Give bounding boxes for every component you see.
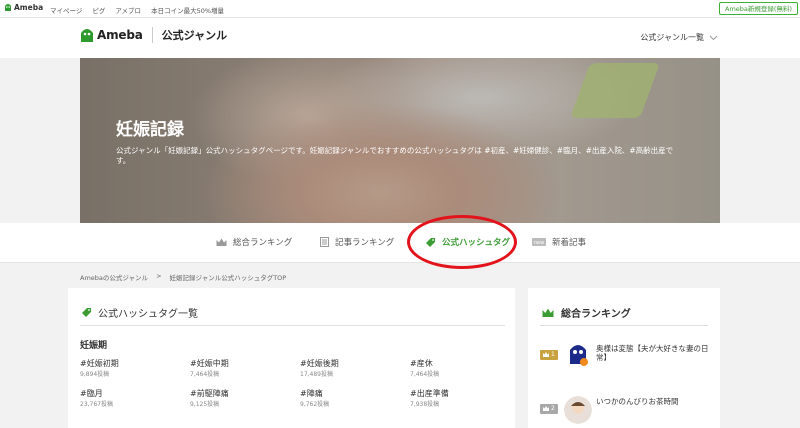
genre-title: 公式ジャンル bbox=[161, 29, 228, 42]
hashtag-list-panel: 公式ハッシュタグ一覧 妊娠期 #妊娠初期 9,894投稿 #妊娠中期 7,464… bbox=[68, 288, 515, 428]
hashtag-item[interactable]: #前駆陣痛 9,125投稿 bbox=[190, 388, 229, 408]
link-mypage[interactable]: マイページ bbox=[50, 5, 82, 15]
ranking-divider bbox=[540, 325, 708, 326]
ranking-heading: 総合ランキング bbox=[542, 305, 631, 320]
hero-description: 公式ジャンル「妊娠記録」公式ハッシュタグページです。妊娠記録ジャンルでおすすめの… bbox=[116, 146, 674, 165]
ranking-item[interactable]: 1 奥様は変態【夫が大好きな妻の日常】 bbox=[540, 338, 716, 372]
chevron-down-icon bbox=[709, 35, 718, 40]
hashtag-name: #陣痛 bbox=[300, 389, 323, 398]
brand-divider bbox=[151, 27, 153, 43]
blog-avatar bbox=[564, 340, 592, 368]
rank-badge: 1 bbox=[540, 350, 558, 360]
hashtag-name: #出産準備 bbox=[410, 389, 449, 398]
category-title: 妊娠期 bbox=[80, 341, 108, 351]
brand-name: Ameba bbox=[97, 28, 143, 42]
hashtag-count: 23,767投稿 bbox=[80, 401, 113, 408]
hashtag-count: 7,938投稿 bbox=[410, 401, 440, 408]
crown-icon bbox=[543, 406, 550, 411]
breadcrumb-separator: > bbox=[156, 272, 162, 280]
ameba-logo-text: Ameba bbox=[14, 3, 44, 12]
blog-avatar bbox=[564, 396, 592, 424]
tab-article-ranking[interactable]: 記事ランキング bbox=[320, 236, 394, 248]
hashtag-count: 17,489投稿 bbox=[300, 371, 333, 378]
hashtag-list-heading: 公式ハッシュタグ一覧 bbox=[81, 305, 198, 320]
link-ameblo[interactable]: アメブロ bbox=[115, 5, 141, 15]
signup-button[interactable]: Ameba新規登録(無料) bbox=[719, 2, 798, 15]
ameba-logo-icon bbox=[5, 4, 11, 11]
genre-nav: 総合ランキング 記事ランキング 公式ハッシュタグ new 新着記事 bbox=[0, 223, 800, 263]
new-icon: new bbox=[532, 238, 546, 246]
ranking-blog-title: いつかのんびりお茶時間 bbox=[596, 397, 679, 406]
hashtag-name: #妊娠中期 bbox=[190, 359, 229, 368]
breadcrumb-root[interactable]: Amebaの公式ジャンル bbox=[80, 272, 148, 282]
heading-divider bbox=[80, 325, 505, 326]
tag-icon bbox=[82, 308, 91, 317]
svg-text:new: new bbox=[534, 240, 544, 246]
hashtag-name: #妊娠初期 bbox=[80, 359, 119, 368]
crown-icon bbox=[216, 238, 227, 246]
ranking-sidebar: 総合ランキング 1 奥様は変態【夫が大好きな妻の日常】 2 いつかのんびりお茶時… bbox=[528, 288, 720, 428]
tab-article-ranking-label: 記事ランキング bbox=[335, 238, 395, 248]
hashtag-count: 9,762投稿 bbox=[300, 401, 330, 408]
link-pigg[interactable]: ピグ bbox=[92, 5, 105, 15]
genre-list-label: 公式ジャンル一覧 bbox=[640, 33, 704, 42]
hashtag-item[interactable]: #妊娠後期 17,489投稿 bbox=[300, 358, 339, 378]
hashtag-name: #前駆陣痛 bbox=[190, 389, 229, 398]
hashtag-item[interactable]: #妊娠初期 9,894投稿 bbox=[80, 358, 119, 378]
hero-banner: 妊娠記録 公式ジャンル「妊娠記録」公式ハッシュタグページです。妊娠記録ジャンルで… bbox=[80, 58, 720, 223]
hashtag-item[interactable]: #陣痛 9,762投稿 bbox=[300, 388, 329, 408]
top-links: マイページ ピグ アメブロ 本日コイン最大50%増量 bbox=[50, 5, 224, 15]
hero-title: 妊娠記録 bbox=[116, 120, 184, 140]
ameba-logo[interactable]: Ameba bbox=[4, 3, 43, 12]
hashtag-item[interactable]: #臨月 23,767投稿 bbox=[80, 388, 113, 408]
hashtag-count: 7,464投稿 bbox=[190, 371, 220, 378]
ranking-title: 総合ランキング bbox=[561, 309, 631, 320]
crown-icon bbox=[543, 352, 550, 357]
tab-overall-ranking-label: 総合ランキング bbox=[233, 238, 293, 248]
hashtag-count: 9,894投稿 bbox=[80, 371, 110, 378]
ranking-item[interactable]: 2 いつかのんびりお茶時間 bbox=[540, 392, 716, 426]
rank-number: 2 bbox=[551, 405, 555, 412]
brand[interactable]: Ameba 公式ジャンル bbox=[80, 27, 227, 43]
ameba-brand-icon bbox=[81, 29, 93, 42]
hashtag-item[interactable]: #出産準備 7,938投稿 bbox=[410, 388, 449, 408]
crown-icon bbox=[542, 308, 554, 317]
ranking-blog-title: 奥様は変態【夫が大好きな妻の日常】 bbox=[596, 344, 709, 362]
hashtag-name: #産休 bbox=[410, 359, 433, 368]
site-header: Ameba 公式ジャンル 公式ジャンル一覧 bbox=[0, 18, 800, 58]
hashtag-item[interactable]: #妊娠中期 7,464投稿 bbox=[190, 358, 229, 378]
hashtag-list-title: 公式ハッシュタグ一覧 bbox=[98, 309, 198, 320]
hashtag-name: #臨月 bbox=[80, 389, 103, 398]
breadcrumb-current: 妊娠記録ジャンル公式ハッシュタグTOP bbox=[169, 274, 287, 282]
rank-badge: 2 bbox=[540, 404, 558, 414]
document-icon bbox=[320, 237, 329, 247]
hashtag-item[interactable]: #産休 7,464投稿 bbox=[410, 358, 439, 378]
genre-list-dropdown[interactable]: 公式ジャンル一覧 bbox=[640, 32, 718, 43]
hero-overlay bbox=[80, 58, 720, 223]
top-bar: Ameba マイページ ピグ アメブロ 本日コイン最大50%増量 Ameba新規… bbox=[0, 0, 800, 18]
link-coin-campaign[interactable]: 本日コイン最大50%増量 bbox=[151, 5, 224, 15]
breadcrumb: Amebaの公式ジャンル > 妊娠記録ジャンル公式ハッシュタグTOP bbox=[80, 272, 286, 282]
hashtag-name: #妊娠後期 bbox=[300, 359, 339, 368]
highlight-circle bbox=[407, 215, 517, 269]
hashtag-count: 7,464投稿 bbox=[410, 371, 440, 378]
rank-number: 1 bbox=[551, 351, 555, 358]
tab-overall-ranking[interactable]: 総合ランキング bbox=[216, 236, 292, 248]
tab-new-articles-label: 新着記事 bbox=[552, 238, 587, 248]
tab-new-articles[interactable]: new 新着記事 bbox=[532, 236, 586, 248]
hashtag-count: 9,125投稿 bbox=[190, 401, 220, 408]
